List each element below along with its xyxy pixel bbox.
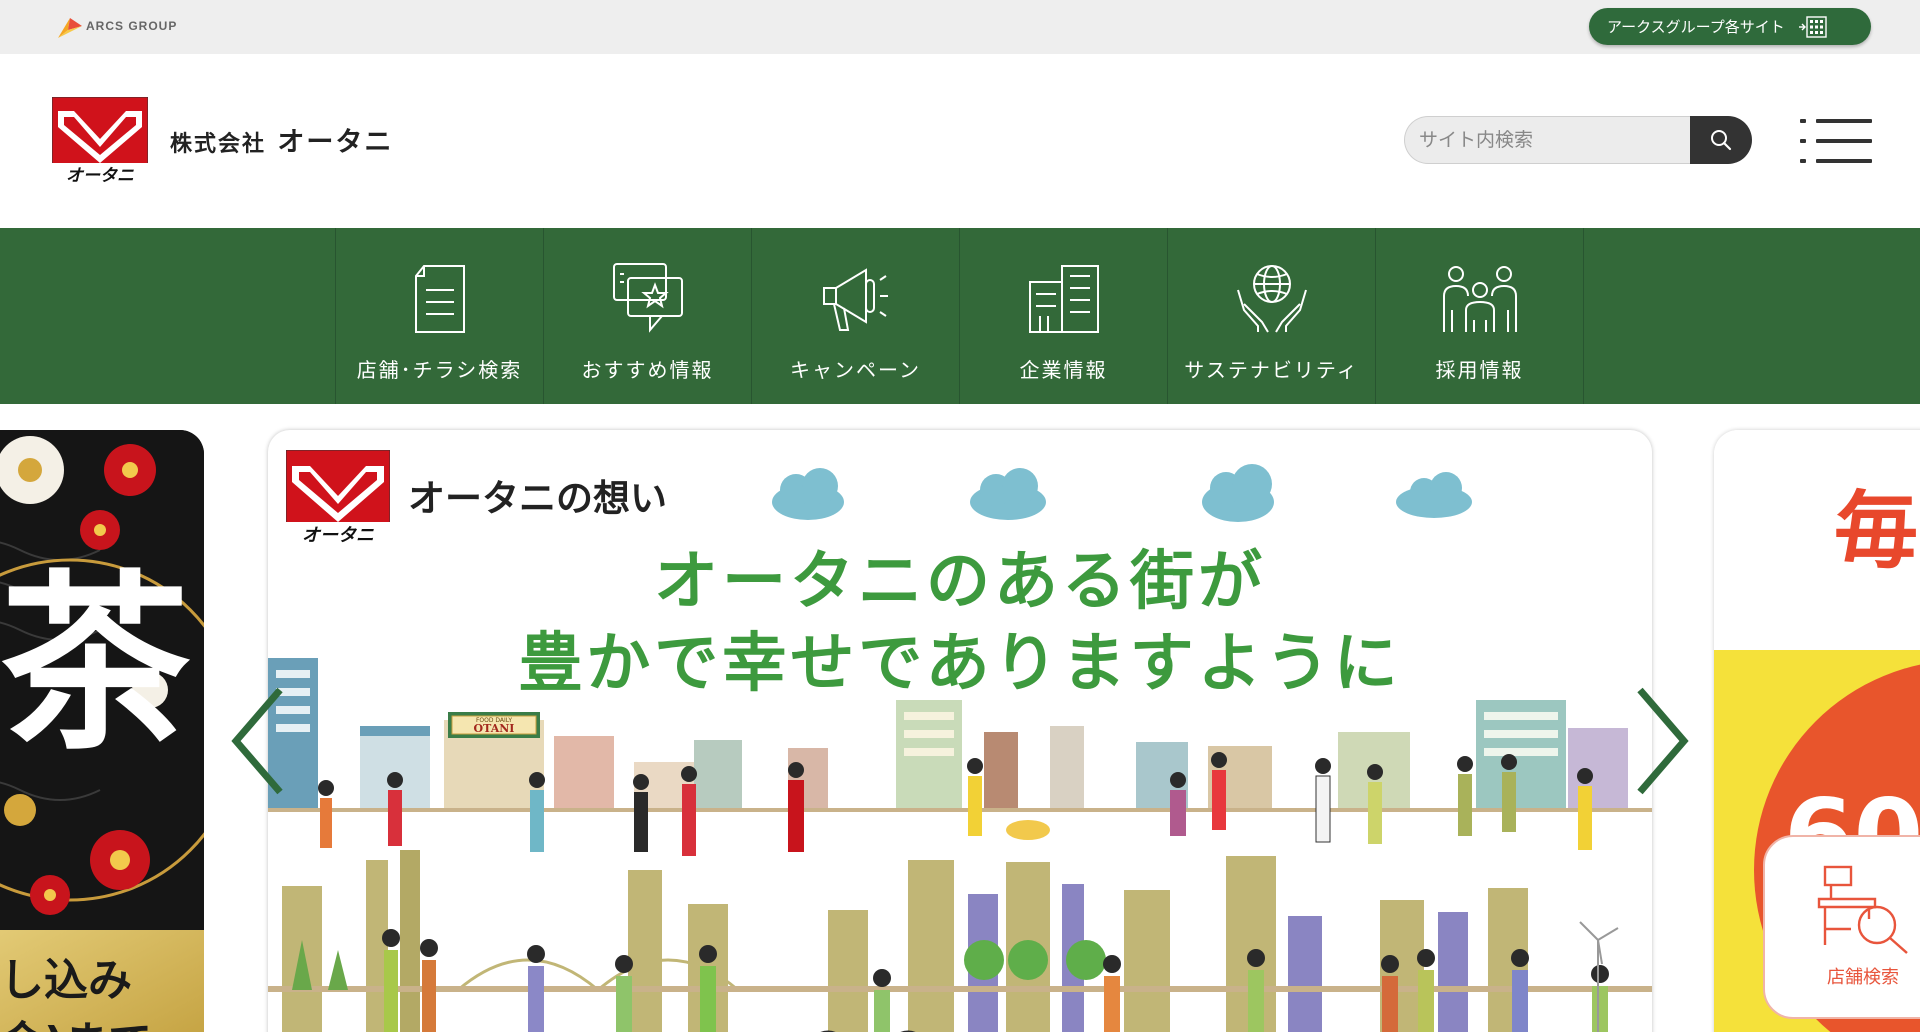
search-icon	[1711, 130, 1732, 151]
people-illustration	[382, 921, 1619, 1032]
people-icon	[1442, 266, 1517, 332]
chevron-right-icon	[1637, 687, 1689, 795]
city-illustration: FOOD DAILY OTANI	[268, 464, 1652, 1032]
nav-item-company[interactable]: 企業情報	[960, 228, 1168, 404]
company-name[interactable]: 株式会社 オータニ	[170, 120, 393, 159]
prev-slide-text-1: し込み	[0, 955, 132, 1006]
logo-text: オータニ	[66, 166, 134, 185]
sitemap-grid-icon	[1798, 15, 1827, 38]
carousel-next-button[interactable]	[1632, 686, 1692, 796]
carousel-slide-prev[interactable]: 茶 し込み (金)まで	[0, 430, 204, 1032]
hamburger-icon	[1800, 119, 1872, 163]
store-search-icon	[1817, 865, 1908, 954]
hero-carousel: 茶 し込み (金)まで オータニ オータニの想い	[0, 404, 1920, 1032]
cloud-icon	[772, 464, 1472, 522]
search-input[interactable]	[1404, 116, 1690, 164]
company-main-name: オータニ	[277, 127, 394, 158]
slide-copy-line-2: 豊かで幸せでありますように	[518, 627, 1402, 701]
next-slide-char: 毎	[1834, 482, 1918, 580]
prev-slide-text-2: (金)まで	[0, 1018, 152, 1032]
store-search-float-button[interactable]: 店舗検索	[1763, 835, 1920, 1019]
globe-hands-icon	[1236, 265, 1307, 333]
nav-item-store-flyer[interactable]: 店舗･チラシ検索	[336, 228, 544, 404]
nav-item-recommend[interactable]: おすすめ情報	[544, 228, 752, 404]
otani-logo-mark-icon: オータニ	[51, 96, 149, 186]
site-header: オータニ 株式会社 オータニ	[0, 54, 1920, 228]
chevron-left-icon	[231, 687, 283, 795]
nav-label: キャンペーン	[790, 358, 921, 382]
nav-item-recruit[interactable]: 採用情報	[1376, 228, 1584, 404]
building-icon	[1028, 265, 1099, 333]
nav-label: 店舗･チラシ検索	[356, 358, 523, 382]
site-search	[1404, 116, 1752, 164]
prev-slide-banner: 茶 し込み (金)まで	[0, 430, 204, 1032]
slide-copy-line-1: オータニのある街が	[654, 545, 1266, 619]
company-prefix: 株式会社	[170, 132, 267, 157]
store-sign: OTANI	[474, 722, 515, 735]
nav-label: 採用情報	[1435, 358, 1524, 382]
carousel-slide-current[interactable]: オータニ オータニの想い FOOD DAILY OTANI オータニのある街が …	[268, 430, 1652, 1032]
carousel-prev-button[interactable]	[228, 686, 288, 796]
svg-text:茶: 茶	[0, 552, 191, 775]
document-icon	[414, 265, 465, 333]
nav-item-campaign[interactable]: キャンペーン	[752, 228, 960, 404]
megaphone-icon	[822, 268, 888, 331]
star-chat-icon	[612, 263, 683, 333]
group-sites-button[interactable]: アークスグループ各サイト	[1589, 8, 1871, 45]
wind-turbine-icon	[1579, 921, 1619, 1032]
store-search-label: 店舗検索	[1827, 967, 1899, 988]
nav-label: 企業情報	[1019, 358, 1108, 382]
nav-label: サステナビリティ	[1184, 358, 1359, 382]
nav-item-sustainability[interactable]: サステナビリティ	[1168, 228, 1376, 404]
arcs-group-text: ARCS GROUP	[86, 19, 178, 33]
nav-label: おすすめ情報	[581, 358, 714, 382]
search-button[interactable]	[1690, 116, 1752, 164]
hamburger-menu-button[interactable]	[1800, 116, 1872, 166]
otani-logo[interactable]: オータニ	[51, 96, 149, 186]
arcs-logo-icon	[58, 18, 82, 38]
top-utility-bar: ARCS GROUP アークスグループ各サイト	[0, 0, 1920, 54]
arcs-group-logo[interactable]: ARCS GROUP	[56, 12, 177, 40]
global-nav: 店舗･チラシ検索 おすすめ情報 キャンペーン 企業情報 サステナビリティ 採用情…	[0, 228, 1920, 404]
lower-skyline	[268, 850, 1652, 1032]
group-sites-label: アークスグループ各サイト	[1607, 18, 1785, 36]
